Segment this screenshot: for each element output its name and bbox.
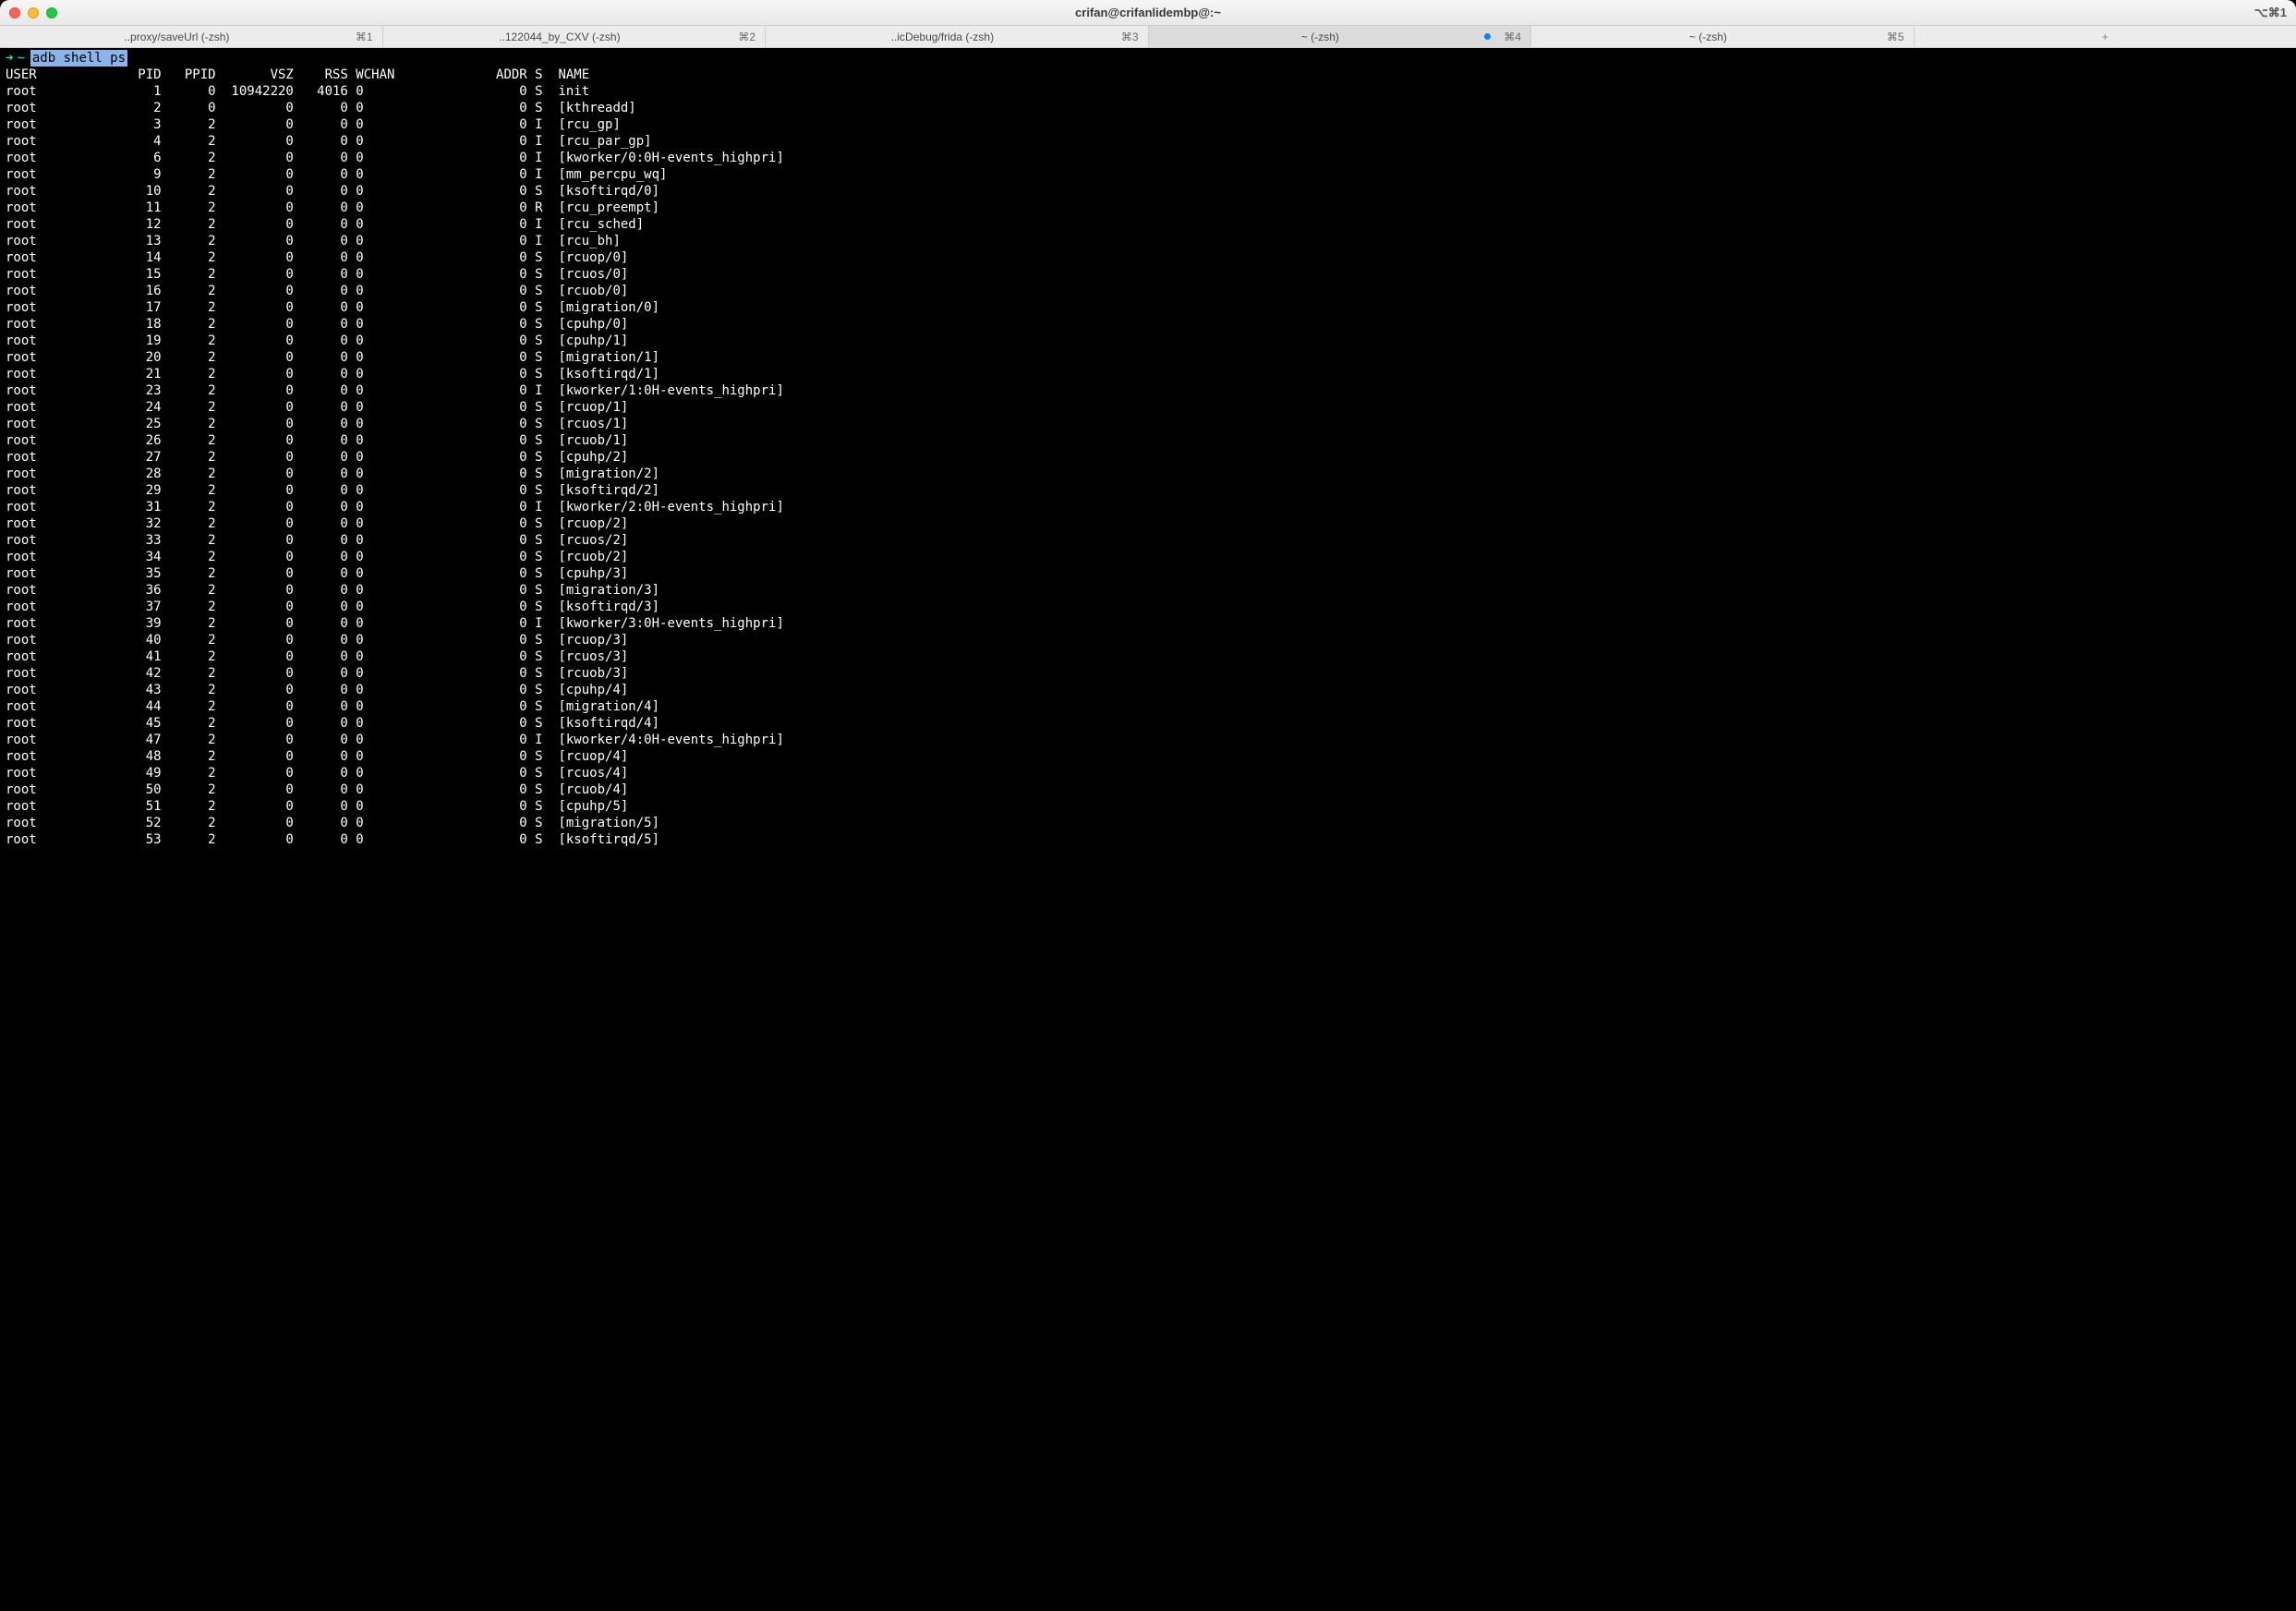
maximize-icon[interactable] xyxy=(46,7,57,18)
ps-row: root 19 2 0 0 0 0 S [cpuhp/1] xyxy=(6,333,2290,349)
ps-row: root 44 2 0 0 0 0 S [migration/4] xyxy=(6,698,2290,715)
ps-row: root 27 2 0 0 0 0 S [cpuhp/2] xyxy=(6,449,2290,466)
ps-row: root 11 2 0 0 0 0 R [rcu_preempt] xyxy=(6,200,2290,216)
ps-row: root 15 2 0 0 0 0 S [rcuos/0] xyxy=(6,266,2290,283)
ps-row: root 49 2 0 0 0 0 S [rcuos/4] xyxy=(6,765,2290,781)
ps-row: root 47 2 0 0 0 0 I [kworker/4:0H-events… xyxy=(6,732,2290,748)
ps-row: root 3 2 0 0 0 0 I [rcu_gp] xyxy=(6,116,2290,133)
titlebar: crifan@crifanlidembp@:~ ⌥⌘1 xyxy=(0,0,2296,26)
ps-row: root 45 2 0 0 0 0 S [ksoftirqd/4] xyxy=(6,715,2290,732)
ps-header-row: USER PID PPID VSZ RSS WCHAN ADDR S NAME xyxy=(6,67,2290,83)
ps-row: root 36 2 0 0 0 0 S [migration/3] xyxy=(6,582,2290,599)
ps-row: root 34 2 0 0 0 0 S [rcuob/2] xyxy=(6,549,2290,565)
prompt-arrow-icon: ➜ xyxy=(6,50,13,67)
tab-label: ..icDebug/frida (-zsh) xyxy=(766,30,1112,43)
tab-shortcut: ⌘5 xyxy=(1878,30,1914,43)
window-title: crifan@crifanlidembp@:~ xyxy=(1075,6,1221,19)
ps-row: root 33 2 0 0 0 0 S [rcuos/2] xyxy=(6,532,2290,549)
ps-row: root 14 2 0 0 0 0 S [rcuop/0] xyxy=(6,249,2290,266)
ps-row: root 43 2 0 0 0 0 S [cpuhp/4] xyxy=(6,682,2290,698)
tab-label: ..proxy/saveUrl (-zsh) xyxy=(0,30,346,43)
ps-row: root 1 0 10942220 4016 0 0 S init xyxy=(6,83,2290,100)
ps-row: root 53 2 0 0 0 0 S [ksoftirqd/5] xyxy=(6,831,2290,848)
ps-row: root 18 2 0 0 0 0 S [cpuhp/0] xyxy=(6,316,2290,333)
tab-1[interactable]: ..122044_by_CXV (-zsh)⌘2 xyxy=(383,26,767,47)
prompt-cwd: ~ xyxy=(17,50,24,67)
ps-row: root 17 2 0 0 0 0 S [migration/0] xyxy=(6,299,2290,316)
tab-shortcut: ⌘1 xyxy=(346,30,382,43)
window-shortcut-hint: ⌥⌘1 xyxy=(2254,6,2287,20)
ps-row: root 13 2 0 0 0 0 I [rcu_bh] xyxy=(6,233,2290,249)
terminal-window: crifan@crifanlidembp@:~ ⌥⌘1 ..proxy/save… xyxy=(0,0,2296,1611)
tab-4[interactable]: ~ (-zsh)⌘5 xyxy=(1531,26,1915,47)
prompt-line: ➜ ~ adb shell ps xyxy=(6,50,2290,67)
tab-label: ~ (-zsh) xyxy=(1149,30,1485,43)
ps-row: root 35 2 0 0 0 0 S [cpuhp/3] xyxy=(6,565,2290,582)
ps-row: root 32 2 0 0 0 0 S [rcuop/2] xyxy=(6,515,2290,532)
ps-row: root 25 2 0 0 0 0 S [rcuos/1] xyxy=(6,416,2290,432)
tab-label: ..122044_by_CXV (-zsh) xyxy=(383,30,730,43)
ps-row: root 42 2 0 0 0 0 S [rcuob/3] xyxy=(6,665,2290,682)
tab-shortcut: ⌘3 xyxy=(1112,30,1148,43)
ps-row: root 31 2 0 0 0 0 I [kworker/2:0H-events… xyxy=(6,499,2290,515)
ps-row: root 39 2 0 0 0 0 I [kworker/3:0H-events… xyxy=(6,615,2290,632)
add-tab-button[interactable]: + xyxy=(1915,26,2296,47)
ps-row: root 21 2 0 0 0 0 S [ksoftirqd/1] xyxy=(6,366,2290,382)
minimize-icon[interactable] xyxy=(28,7,39,18)
close-icon[interactable] xyxy=(9,7,20,18)
ps-row: root 24 2 0 0 0 0 S [rcuop/1] xyxy=(6,399,2290,416)
ps-row: root 12 2 0 0 0 0 I [rcu_sched] xyxy=(6,216,2290,233)
ps-row: root 4 2 0 0 0 0 I [rcu_par_gp] xyxy=(6,133,2290,150)
tab-label: ~ (-zsh) xyxy=(1531,30,1878,43)
ps-row: root 9 2 0 0 0 0 I [mm_percpu_wq] xyxy=(6,166,2290,183)
ps-row: root 2 0 0 0 0 0 S [kthreadd] xyxy=(6,100,2290,116)
ps-row: root 29 2 0 0 0 0 S [ksoftirqd/2] xyxy=(6,482,2290,499)
tab-shortcut: ⌘2 xyxy=(729,30,765,43)
ps-row: root 50 2 0 0 0 0 S [rcuob/4] xyxy=(6,781,2290,798)
ps-rows: root 1 0 10942220 4016 0 0 S initroot 2 … xyxy=(6,83,2290,848)
tab-bar: ..proxy/saveUrl (-zsh)⌘1..122044_by_CXV … xyxy=(0,26,2296,48)
tab-shortcut: ⌘4 xyxy=(1494,30,1530,43)
ps-row: root 26 2 0 0 0 0 S [rcuob/1] xyxy=(6,432,2290,449)
ps-row: root 6 2 0 0 0 0 I [kworker/0:0H-events_… xyxy=(6,150,2290,166)
ps-row: root 51 2 0 0 0 0 S [cpuhp/5] xyxy=(6,798,2290,815)
ps-row: root 40 2 0 0 0 0 S [rcuop/3] xyxy=(6,632,2290,648)
terminal-body[interactable]: ➜ ~ adb shell ps USER PID PPID VSZ RSS W… xyxy=(0,48,2296,1611)
ps-row: root 20 2 0 0 0 0 S [migration/1] xyxy=(6,349,2290,366)
tab-0[interactable]: ..proxy/saveUrl (-zsh)⌘1 xyxy=(0,26,383,47)
ps-row: root 10 2 0 0 0 0 S [ksoftirqd/0] xyxy=(6,183,2290,200)
activity-dot-icon xyxy=(1484,33,1491,40)
ps-row: root 16 2 0 0 0 0 S [rcuob/0] xyxy=(6,283,2290,299)
ps-row: root 28 2 0 0 0 0 S [migration/2] xyxy=(6,466,2290,482)
ps-row: root 48 2 0 0 0 0 S [rcuop/4] xyxy=(6,748,2290,765)
ps-row: root 41 2 0 0 0 0 S [rcuos/3] xyxy=(6,648,2290,665)
prompt-command: adb shell ps xyxy=(30,50,127,67)
traffic-lights xyxy=(9,7,57,18)
tab-2[interactable]: ..icDebug/frida (-zsh)⌘3 xyxy=(766,26,1149,47)
ps-row: root 37 2 0 0 0 0 S [ksoftirqd/3] xyxy=(6,599,2290,615)
ps-row: root 52 2 0 0 0 0 S [migration/5] xyxy=(6,815,2290,831)
ps-row: root 23 2 0 0 0 0 I [kworker/1:0H-events… xyxy=(6,382,2290,399)
tab-3[interactable]: ~ (-zsh) ⌘4 xyxy=(1149,26,1532,47)
